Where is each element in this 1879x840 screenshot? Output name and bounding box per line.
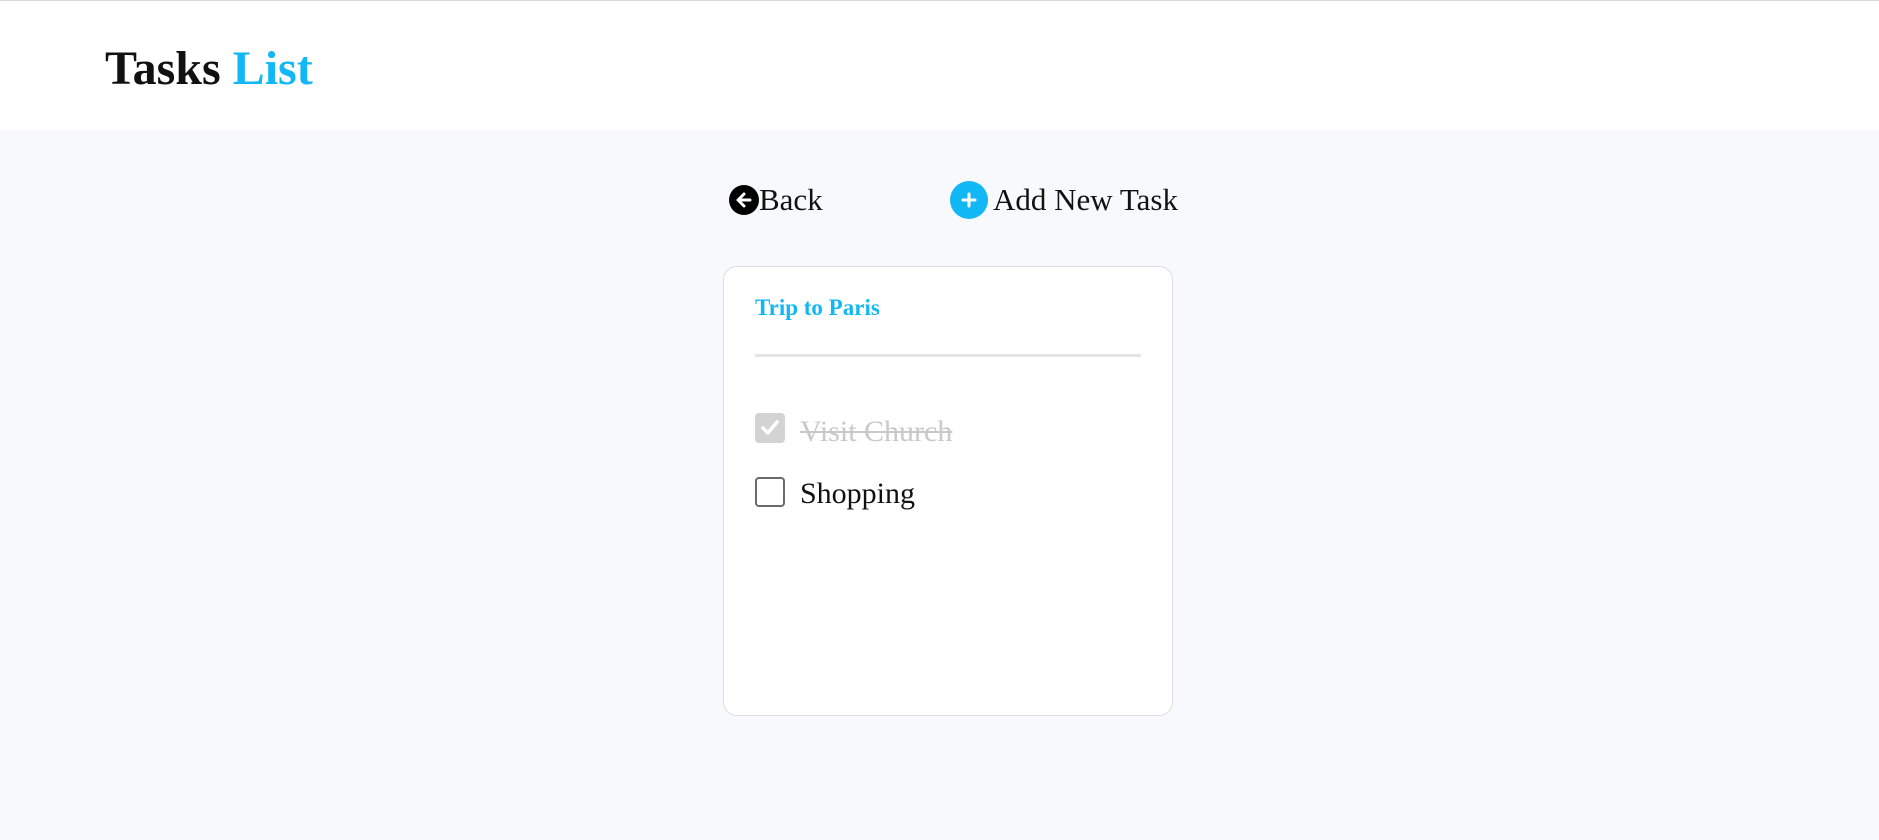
action-bar: Back Add New Task [0, 180, 1879, 224]
list-title: Trip to Paris [755, 295, 880, 320]
add-new-task-label: Add New Task [993, 182, 1178, 217]
task-item: Visit Church [755, 410, 952, 448]
arrow-left-circle-icon [729, 185, 759, 215]
checkmark-icon [761, 420, 779, 435]
add-new-task-button[interactable]: Add New Task [950, 180, 1178, 220]
app-title-accent: List [232, 42, 313, 95]
app-title: Tasks List [105, 39, 313, 99]
task-label: Visit Church [800, 415, 953, 448]
task-list-card: Trip to Paris Visit Church Shopping [723, 266, 1173, 716]
back-button-label: Back [759, 182, 823, 217]
app-title-main: Tasks [105, 42, 221, 95]
task-checkbox[interactable] [755, 413, 785, 443]
back-button[interactable]: Back [729, 180, 823, 220]
task-label: Shopping [800, 477, 916, 510]
task-checkbox[interactable] [755, 477, 785, 507]
app-header: Tasks List [0, 0, 1879, 130]
divider [755, 354, 1141, 357]
task-item: Shopping [755, 474, 915, 510]
plus-circle-icon [950, 181, 988, 219]
